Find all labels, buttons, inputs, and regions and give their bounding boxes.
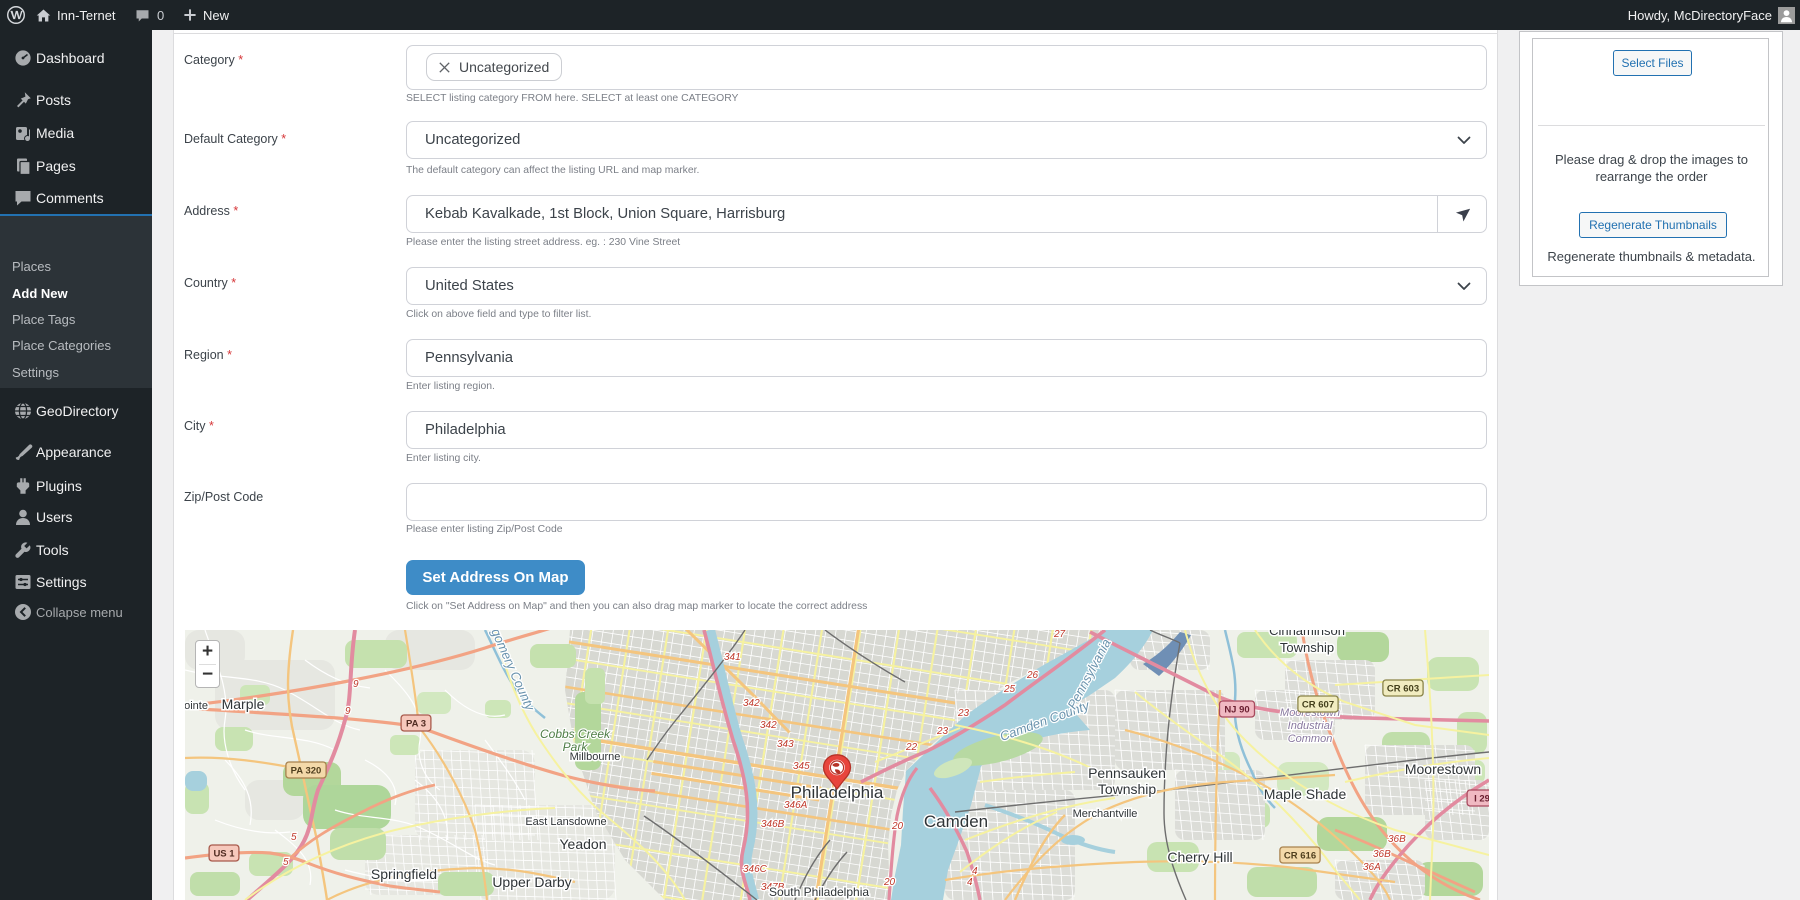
svg-text:NJ 90: NJ 90 bbox=[1224, 705, 1249, 716]
svg-text:342: 342 bbox=[743, 698, 760, 709]
svg-text:341: 341 bbox=[724, 652, 741, 663]
svg-text:Industrial: Industrial bbox=[1288, 720, 1333, 732]
svg-text:Upper Darby: Upper Darby bbox=[492, 874, 571, 890]
svg-text:36B: 36B bbox=[1388, 834, 1406, 845]
svg-text:9: 9 bbox=[353, 679, 359, 690]
svg-text:Park: Park bbox=[563, 740, 589, 754]
svg-text:ointe: ointe bbox=[185, 700, 208, 712]
svg-text:PA 320: PA 320 bbox=[291, 766, 322, 777]
svg-text:343: 343 bbox=[777, 739, 794, 750]
svg-text:Township: Township bbox=[1280, 640, 1334, 655]
svg-text:22: 22 bbox=[905, 742, 918, 753]
svg-text:4: 4 bbox=[972, 866, 978, 877]
svg-text:27: 27 bbox=[1053, 630, 1066, 640]
svg-text:23: 23 bbox=[957, 708, 970, 719]
svg-text:Camden: Camden bbox=[924, 812, 988, 831]
svg-text:20: 20 bbox=[891, 821, 904, 832]
svg-text:36A: 36A bbox=[1363, 862, 1381, 873]
svg-text:346B: 346B bbox=[761, 819, 785, 830]
svg-text:5: 5 bbox=[291, 832, 297, 843]
svg-text:Common: Common bbox=[1288, 733, 1333, 745]
svg-text:US 1: US 1 bbox=[213, 849, 235, 860]
svg-text:I 29: I 29 bbox=[1474, 794, 1489, 805]
svg-text:Cobbs Creek: Cobbs Creek bbox=[540, 727, 611, 741]
svg-text:Pennsauken: Pennsauken bbox=[1088, 765, 1166, 781]
svg-text:345: 345 bbox=[793, 761, 810, 772]
svg-text:5: 5 bbox=[283, 857, 289, 868]
svg-text:Yeadon: Yeadon bbox=[560, 836, 607, 852]
svg-text:26: 26 bbox=[1026, 670, 1039, 681]
svg-text:20: 20 bbox=[883, 877, 896, 888]
svg-text:South Philadelphia: South Philadelphia bbox=[769, 885, 869, 899]
svg-text:Merchantville: Merchantville bbox=[1073, 808, 1138, 820]
svg-text:PA 3: PA 3 bbox=[406, 719, 426, 730]
svg-text:Springfield: Springfield bbox=[371, 866, 437, 882]
svg-text:Cherry Hill: Cherry Hill bbox=[1167, 849, 1232, 865]
svg-text:CR 616: CR 616 bbox=[1284, 851, 1316, 862]
svg-text:346C: 346C bbox=[743, 864, 768, 875]
svg-text:Township: Township bbox=[1098, 781, 1157, 797]
svg-text:36B: 36B bbox=[1373, 849, 1391, 860]
svg-text:4: 4 bbox=[967, 877, 973, 888]
svg-text:CR 607: CR 607 bbox=[1302, 700, 1334, 711]
svg-text:Maple Shade: Maple Shade bbox=[1264, 786, 1347, 802]
svg-text:342: 342 bbox=[760, 720, 777, 731]
svg-text:23: 23 bbox=[936, 726, 949, 737]
svg-text:East Lansdowne: East Lansdowne bbox=[525, 816, 606, 828]
svg-text:CR 603: CR 603 bbox=[1387, 684, 1419, 695]
svg-text:9: 9 bbox=[345, 706, 351, 717]
svg-text:Marple: Marple bbox=[222, 696, 265, 712]
svg-text:25: 25 bbox=[1003, 684, 1016, 695]
svg-text:Cinnaminson: Cinnaminson bbox=[1269, 630, 1345, 638]
svg-text:Moorestown: Moorestown bbox=[1405, 761, 1481, 777]
